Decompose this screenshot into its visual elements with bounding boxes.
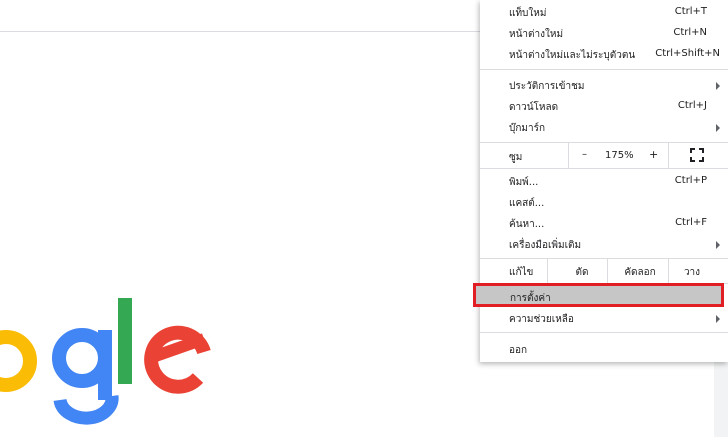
history-label: ประวัติการเข้าชม <box>509 81 585 92</box>
menu-item-incognito[interactable]: หน้าต่างใหม่และไม่ระบุตัวตน Ctrl+Shift+N <box>480 44 728 64</box>
new-window-shortcut: Ctrl+N <box>673 27 707 38</box>
menu-item-bookmarks[interactable]: บุ๊กมาร์ก <box>480 117 728 137</box>
submenu-arrow-icon <box>716 241 720 249</box>
edit-divider <box>607 258 608 283</box>
google-logo <box>0 298 211 425</box>
logo-letter-o <box>0 330 37 392</box>
menu-item-new-tab[interactable]: แท็บใหม่ Ctrl+T <box>480 2 728 22</box>
zoom-divider <box>668 143 669 168</box>
exit-label: ออก <box>509 345 528 356</box>
zoom-out-button[interactable]: – <box>582 149 587 160</box>
incognito-label: หน้าต่างใหม่และไม่ระบุตัวตน <box>509 50 636 61</box>
menu-row-zoom: ซูม – 175% + <box>480 143 728 168</box>
cut-button[interactable]: ตัด <box>552 265 612 280</box>
print-shortcut: Ctrl+P <box>674 175 707 186</box>
copy-button[interactable]: คัดลอก <box>610 265 670 280</box>
zoom-divider <box>568 143 569 168</box>
menu-item-find[interactable]: ค้นหา... Ctrl+F <box>480 213 728 233</box>
edit-label: แก้ไข <box>509 267 534 278</box>
menu-item-help[interactable]: ความช่วยเหลือ <box>480 308 728 328</box>
menu-separator <box>480 69 728 70</box>
menu-item-cast[interactable]: แคสต์... <box>480 192 728 212</box>
downloads-shortcut: Ctrl+J <box>677 100 707 111</box>
edit-divider <box>547 258 548 283</box>
submenu-arrow-icon <box>716 315 720 323</box>
menu-item-more-tools[interactable]: เครื่องมือเพิ่มเติม <box>480 234 728 254</box>
cast-label: แคสต์... <box>509 198 545 209</box>
logo-letter-l <box>118 298 132 384</box>
more-tools-label: เครื่องมือเพิ่มเติม <box>509 240 582 251</box>
find-shortcut: Ctrl+F <box>675 217 707 228</box>
menu-separator <box>480 168 728 169</box>
submenu-arrow-icon <box>716 82 720 90</box>
bookmarks-label: บุ๊กมาร์ก <box>509 123 546 134</box>
incognito-shortcut: Ctrl+Shift+N <box>655 48 720 59</box>
menu-row-edit: แก้ไข ตัด คัดลอก วาง <box>480 258 728 283</box>
logo-letter-e <box>144 325 211 394</box>
menu-item-settings[interactable]: การตั้งค่า <box>473 283 724 307</box>
logo-letter-g <box>52 328 119 425</box>
zoom-level: 175% <box>605 150 634 161</box>
menu-item-new-window[interactable]: หน้าต่างใหม่ Ctrl+N <box>480 23 728 43</box>
paste-button[interactable]: วาง <box>662 265 722 280</box>
submenu-arrow-icon <box>716 124 720 132</box>
fullscreen-icon[interactable] <box>690 148 704 162</box>
zoom-in-button[interactable]: + <box>649 148 658 161</box>
menu-item-history[interactable]: ประวัติการเข้าชม <box>480 75 728 95</box>
new-tab-label: แท็บใหม่ <box>509 8 547 19</box>
menu-item-downloads[interactable]: ดาวน์โหลด Ctrl+J <box>480 96 728 116</box>
print-label: พิมพ์... <box>509 177 539 188</box>
new-tab-shortcut: Ctrl+T <box>674 6 707 17</box>
help-label: ความช่วยเหลือ <box>509 314 574 325</box>
chrome-main-menu: แท็บใหม่ Ctrl+T หน้าต่างใหม่ Ctrl+N หน้า… <box>480 0 728 362</box>
new-window-label: หน้าต่างใหม่ <box>509 29 564 40</box>
downloads-label: ดาวน์โหลด <box>509 102 559 113</box>
find-label: ค้นหา... <box>509 219 545 230</box>
page-scroll-area <box>714 362 728 437</box>
zoom-label: ซูม <box>509 152 523 163</box>
menu-separator <box>480 332 728 333</box>
menu-item-exit[interactable]: ออก <box>480 339 728 359</box>
menu-item-print[interactable]: พิมพ์... Ctrl+P <box>480 171 728 191</box>
settings-label: การตั้งค่า <box>510 293 551 304</box>
